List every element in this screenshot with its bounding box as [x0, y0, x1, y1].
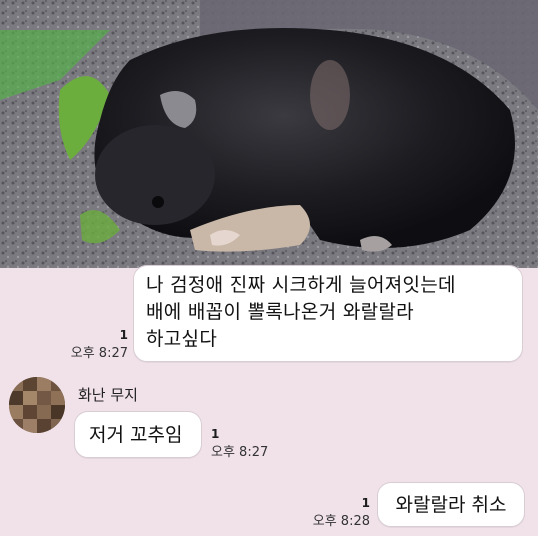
message-time: 오후 8:27 — [211, 445, 269, 460]
avatar[interactable] — [9, 377, 65, 433]
message-meta: 1 오후 8:27 — [211, 427, 268, 460]
unread-count: 1 — [211, 427, 220, 441]
puppy-photo-image — [0, 0, 538, 268]
message-bubble[interactable]: 나 검정애 진짜 시크하게 늘어져잇는데 배에 배꼽이 뽈록나온거 와랄랄라 하… — [133, 265, 523, 362]
message-time: 오후 8:27 — [70, 346, 128, 361]
message-meta: 1 오후 8:28 — [300, 496, 370, 529]
message-time: 오후 8:28 — [312, 514, 370, 529]
message-bubble[interactable]: 와랄랄라 취소 — [377, 482, 525, 527]
sender-name: 화난 무지 — [78, 386, 138, 404]
unread-count: 1 — [119, 328, 128, 342]
message-bubble[interactable]: 저거 꼬추임 — [74, 411, 202, 458]
message-meta: 1 오후 8:27 — [64, 328, 128, 361]
unread-count: 1 — [361, 496, 370, 510]
shared-photo[interactable] — [0, 0, 538, 268]
